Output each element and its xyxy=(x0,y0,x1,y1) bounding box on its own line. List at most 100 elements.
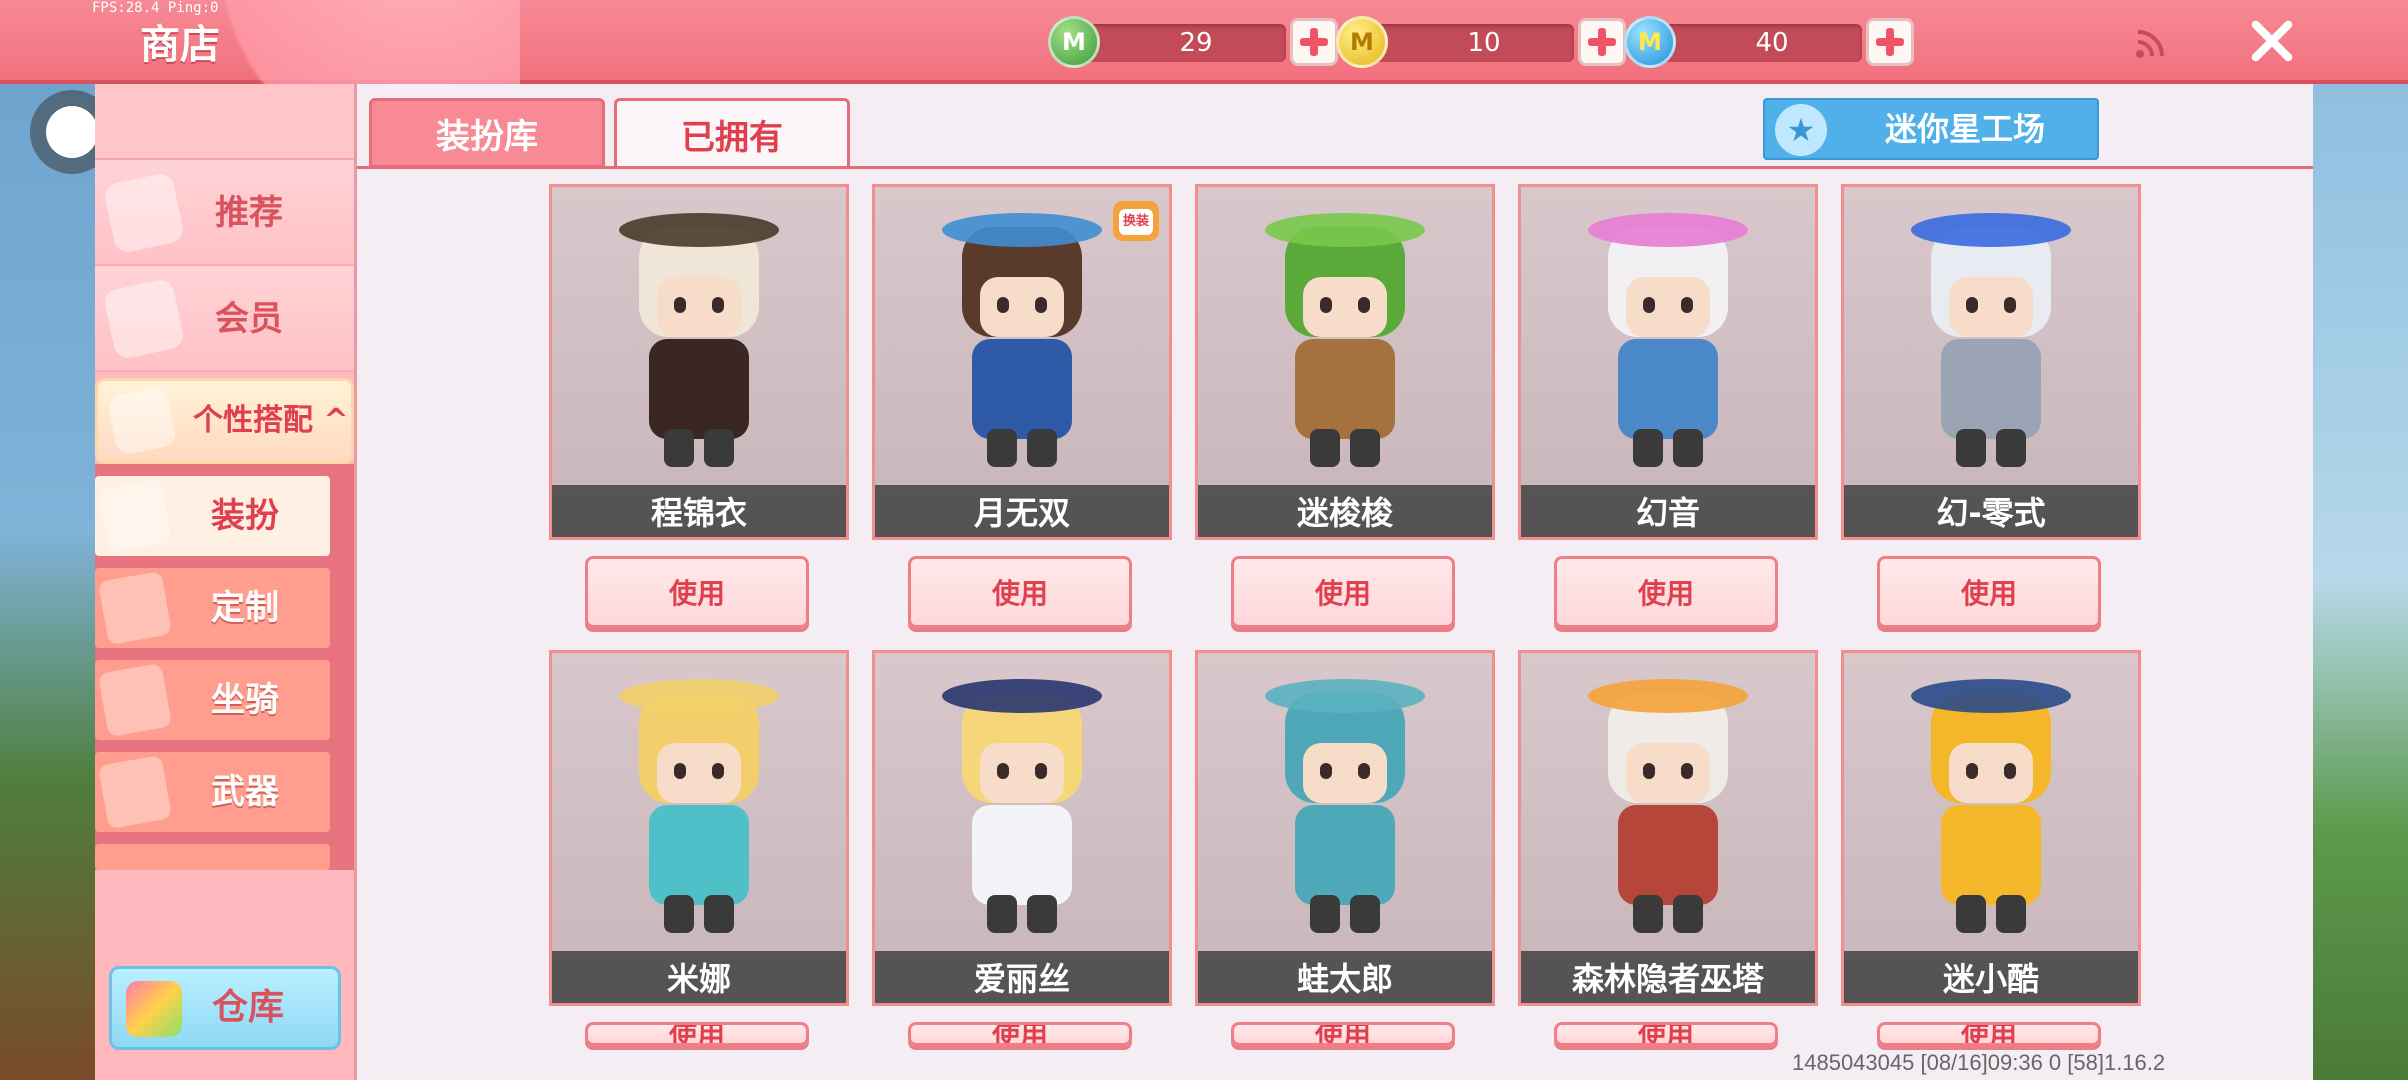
skin-avatar-image xyxy=(1581,207,1755,467)
currency-mini-coin: 10 M xyxy=(1336,16,1626,68)
tab-skin-library[interactable]: 装扮库 xyxy=(369,98,605,168)
skin-avatar-image xyxy=(1258,207,1432,467)
skin-name: 幻音 xyxy=(1521,485,1815,537)
use-skin-button[interactable]: 使用 xyxy=(585,1022,809,1046)
use-skin-button[interactable]: 使用 xyxy=(1554,556,1778,628)
currency-value: 10 xyxy=(1467,28,1501,58)
skin-preview[interactable]: 蛙太郎 xyxy=(1195,650,1495,1006)
workshop-label: 迷你星工场 xyxy=(1884,110,2045,148)
skin-avatar-image xyxy=(612,207,786,467)
skin-card: 幻音 使用 xyxy=(1518,184,1818,628)
sidebar-sub-item-dress[interactable]: 装扮 xyxy=(95,476,330,556)
skin-card: 迷小酷 使用 xyxy=(1841,650,2141,1046)
use-skin-button[interactable]: 使用 xyxy=(1231,1022,1455,1046)
main-panel: 装扮库 已拥有 ★ 迷你星工场 程锦衣 使用 换装 月无双 使用 迷梭梭 使用 幻音 使用 幻-零… xyxy=(357,84,2313,1080)
warehouse-label: 仓库 xyxy=(212,987,285,1028)
skin-preview[interactable]: 幻音 xyxy=(1518,184,1818,540)
sidebar-sub-item-mount[interactable]: 坐骑 xyxy=(95,660,330,740)
sidebar-sub-item-label: 坐骑 xyxy=(211,680,279,720)
use-skin-button[interactable]: 使用 xyxy=(585,556,809,628)
skin-preview[interactable]: 迷小酷 xyxy=(1841,650,2141,1006)
mini-workshop-button[interactable]: ★ 迷你星工场 xyxy=(1763,98,2099,160)
sidebar-sub-item-custom[interactable]: 定制 xyxy=(95,568,330,648)
skin-avatar-image xyxy=(935,207,1109,467)
use-skin-button[interactable]: 使用 xyxy=(1554,1022,1778,1046)
skin-preview[interactable]: 爱丽丝 xyxy=(872,650,1172,1006)
use-skin-button[interactable]: 使用 xyxy=(1877,1022,2101,1046)
gold-coin-icon: M xyxy=(1336,16,1388,68)
background-scene-left xyxy=(0,84,95,1080)
skin-avatar-image xyxy=(1904,673,2078,933)
skin-card: 爱丽丝 使用 xyxy=(872,650,1172,1046)
skin-preview[interactable]: 米娜 xyxy=(549,650,849,1006)
top-bar: FPS:28.4 Ping:0 商店 29 M 10 M 40 M xyxy=(0,0,2408,84)
skin-avatar-image xyxy=(1258,673,1432,933)
skin-name: 蛙太郎 xyxy=(1198,951,1492,1003)
skin-avatar-image xyxy=(1581,673,1755,933)
version-info: 1485043045 [08/16]09:36 0 [58]1.16.2 xyxy=(1792,1050,2166,1075)
skin-grid: 程锦衣 使用 换装 月无双 使用 迷梭梭 使用 幻音 使用 幻-零式 使用 米娜 使用 爱丽丝 使用 蛙太郎使… xyxy=(549,184,2149,1080)
sidebar-sub-item-weapon[interactable]: 武器 xyxy=(95,752,330,832)
pencil-icon xyxy=(97,570,173,646)
green-coin-icon: M xyxy=(1048,16,1100,68)
badge-label: 换装 xyxy=(1122,214,1149,229)
use-skin-button[interactable]: 使用 xyxy=(908,556,1132,628)
page-title: 商店 xyxy=(140,22,220,68)
change-outfit-badge-icon: 换装 xyxy=(1107,195,1165,247)
skin-name: 森林隐者巫塔 xyxy=(1521,951,1815,1003)
skin-avatar-image xyxy=(612,673,786,933)
skin-avatar-image xyxy=(935,673,1109,933)
skin-avatar-image xyxy=(1904,207,2078,467)
title-decoration xyxy=(0,0,520,84)
currency-mini-bean: 29 M xyxy=(1048,16,1338,68)
tab-owned[interactable]: 已拥有 xyxy=(614,98,850,168)
skin-preview[interactable]: 迷梭梭 xyxy=(1195,184,1495,540)
skin-preview[interactable]: 换装月无双 xyxy=(872,184,1172,540)
gun-icon xyxy=(97,754,173,830)
currency-value: 40 xyxy=(1755,28,1789,58)
thumbs-up-icon xyxy=(102,171,186,255)
sidebar-item-label: 会员 xyxy=(215,299,283,339)
skin-card: 幻-零式使用 xyxy=(1841,184,2141,628)
sidebar-item-outfit[interactable]: 个性搭配 ^ xyxy=(95,378,354,464)
add-mini-bean-button[interactable] xyxy=(1290,18,1338,66)
shirt-icon xyxy=(97,478,173,554)
skin-preview[interactable]: 程锦衣 xyxy=(549,184,849,540)
skin-card: 换装月无双使用 xyxy=(872,184,1172,628)
signal-icon xyxy=(2136,30,2164,58)
sidebar-item-label: 个性搭配 ^ xyxy=(193,403,349,438)
warehouse-icon xyxy=(126,981,182,1037)
sidebar-item-vip[interactable]: 会员 xyxy=(95,266,354,372)
background-scene-right xyxy=(2313,84,2408,1080)
skin-name: 月无双 xyxy=(875,485,1169,537)
sidebar: 推荐 会员 个性搭配 ^ 装扮 定制 坐骑 武器 仓库 xyxy=(95,84,357,1080)
mount-icon xyxy=(97,662,173,738)
skin-card: 森林隐者巫塔 使用 xyxy=(1518,650,1818,1046)
use-skin-button[interactable]: 使用 xyxy=(1231,556,1455,628)
skin-card: 蛙太郎 使用 xyxy=(1195,650,1495,1046)
skin-name: 幻-零式 xyxy=(1844,485,2138,537)
skin-card: 程锦衣 使用 xyxy=(549,184,849,628)
blue-coin-icon: M xyxy=(1624,16,1676,68)
close-icon[interactable] xyxy=(2246,16,2296,66)
vip-card-icon xyxy=(102,277,186,361)
add-mini-coin-button[interactable] xyxy=(1578,18,1626,66)
sidebar-item-recommend[interactable]: 推荐 xyxy=(95,160,354,266)
use-skin-button[interactable]: 使用 xyxy=(908,1022,1132,1046)
skin-name: 爱丽丝 xyxy=(875,951,1169,1003)
sidebar-sub-item-label: 武器 xyxy=(211,772,279,812)
sidebar-item-label: 推荐 xyxy=(215,193,283,233)
skin-card: 米娜 使用 xyxy=(549,650,849,1046)
skin-name: 迷小酷 xyxy=(1844,951,2138,1003)
skin-preview[interactable]: 幻-零式 xyxy=(1841,184,2141,540)
sidebar-sub-item-more[interactable] xyxy=(95,844,330,870)
use-skin-button[interactable]: 使用 xyxy=(1877,556,2101,628)
star-icon: ★ xyxy=(1775,104,1827,156)
skin-preview[interactable]: 森林隐者巫塔 xyxy=(1518,650,1818,1006)
outfit-icon xyxy=(106,385,178,457)
warehouse-button[interactable]: 仓库 xyxy=(109,966,341,1050)
add-mini-point-button[interactable] xyxy=(1866,18,1914,66)
skin-name: 米娜 xyxy=(552,951,846,1003)
sidebar-submenu: 装扮 定制 坐骑 武器 xyxy=(95,464,354,870)
skin-name: 程锦衣 xyxy=(552,485,846,537)
